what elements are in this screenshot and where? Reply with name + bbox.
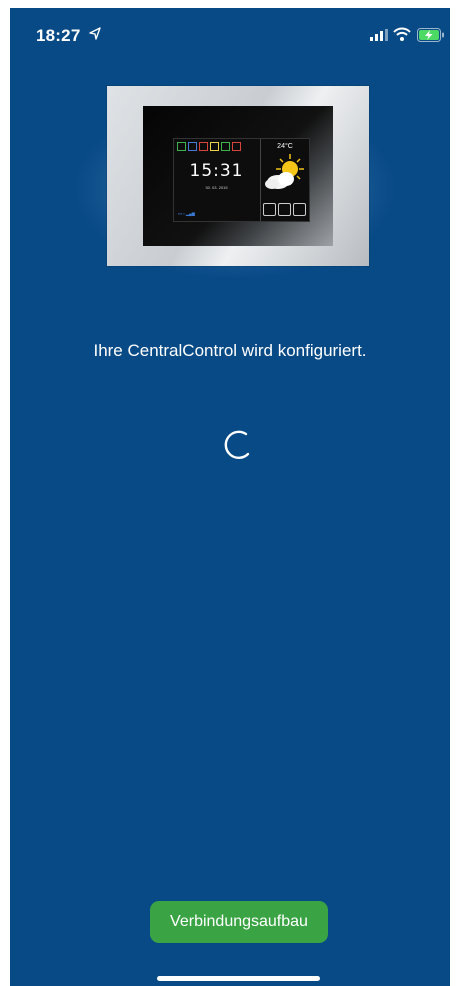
status-bar: 18:27 (10, 8, 450, 58)
loading-spinner-icon (224, 430, 250, 459)
sun-cloud-icon (265, 154, 304, 189)
device-date: 30. 03. 2015 (205, 185, 228, 190)
device-mini-icon (210, 142, 219, 151)
device-mini-icon (188, 142, 197, 151)
location-arrow-icon (89, 27, 101, 40)
device-weather-area: 24°C (260, 139, 309, 221)
device-footer-icons: ▪▪▪ ▪ ▂▄▆ (178, 211, 195, 216)
app-screen: 18:27 15:31 30. 03. 2015 ▪▪▪ ▪ ▂▄▆ 24°C … (10, 8, 450, 986)
device-mini-icon (177, 142, 186, 151)
cellular-signal-icon (370, 29, 388, 41)
device-temperature: 24°C (277, 143, 293, 150)
wifi-icon (393, 27, 411, 41)
device-music-icon (293, 203, 306, 216)
battery-charging-icon (417, 28, 444, 42)
home-indicator[interactable] (157, 976, 320, 981)
device-display: 15:31 30. 03. 2015 ▪▪▪ ▪ ▂▄▆ 24°C (143, 106, 333, 246)
device-settings-icon (278, 203, 291, 216)
device-clock-area: 15:31 30. 03. 2015 ▪▪▪ ▪ ▂▄▆ (174, 139, 259, 221)
device-mini-icon (199, 142, 208, 151)
connection-setup-button[interactable]: Verbindungsaufbau (150, 901, 328, 943)
device-ui-panel: 15:31 30. 03. 2015 ▪▪▪ ▪ ▂▄▆ 24°C (173, 138, 310, 222)
device-mini-icon (232, 142, 241, 151)
configuration-message: Ihre CentralControl wird konfiguriert. (93, 341, 367, 360)
device-home-icon (263, 203, 276, 216)
device-time: 15:31 (189, 161, 244, 181)
status-time: 18:27 (36, 26, 81, 45)
device-photo: 15:31 30. 03. 2015 ▪▪▪ ▪ ▂▄▆ 24°C (107, 86, 369, 266)
device-mini-icon (221, 142, 230, 151)
device-buttons (263, 203, 306, 216)
device-mini-icons (177, 142, 241, 151)
